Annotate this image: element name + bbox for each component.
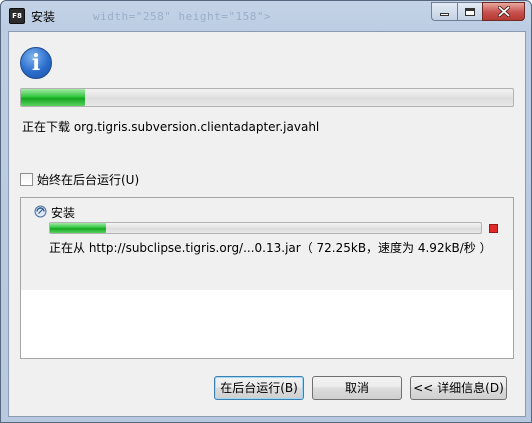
job-progress-bar	[49, 222, 482, 234]
job-progress-fill	[50, 223, 107, 233]
main-progress-bar	[20, 88, 514, 107]
app-icon: F8	[9, 8, 25, 24]
stop-icon[interactable]	[489, 224, 498, 233]
maximize-icon	[465, 7, 475, 16]
window-title: 安装	[31, 10, 56, 24]
job-icon	[34, 205, 47, 218]
details-button[interactable]: << 详细信息(D)	[410, 376, 507, 400]
run-in-background-button[interactable]: 在后台运行(B)	[214, 376, 304, 400]
cancel-button[interactable]: 取消	[312, 376, 402, 400]
caption-buttons	[431, 2, 525, 22]
job-label: 安装	[51, 206, 76, 220]
minimize-button[interactable]	[431, 2, 457, 21]
download-status-text: 正在下载 org.tigris.subversion.clientadapter…	[22, 120, 320, 134]
main-progress-fill	[21, 89, 85, 106]
minimize-icon	[440, 13, 449, 16]
title-bar[interactable]: F8 安装 width="258" height="158">	[1, 1, 531, 31]
install-dialog-window: F8 安装 width="258" height="158"> i 正在下载 o…	[0, 0, 532, 423]
maximize-button[interactable]	[457, 2, 482, 21]
close-button[interactable]	[482, 2, 525, 21]
close-icon	[497, 6, 510, 17]
job-status-text: 正在从 http://subclipse.tigris.org/...0.13.…	[49, 241, 492, 255]
dialog-client-area: i 正在下载 org.tigris.subversion.clientadapt…	[8, 31, 526, 417]
always-background-option[interactable]: 始终在后台运行(U)	[20, 171, 139, 188]
background-ghost-text: width="258" height="158">	[93, 10, 272, 23]
always-background-checkbox[interactable]	[20, 173, 33, 186]
always-background-label: 始终在后台运行(U)	[37, 173, 140, 187]
info-icon: i	[20, 47, 52, 79]
